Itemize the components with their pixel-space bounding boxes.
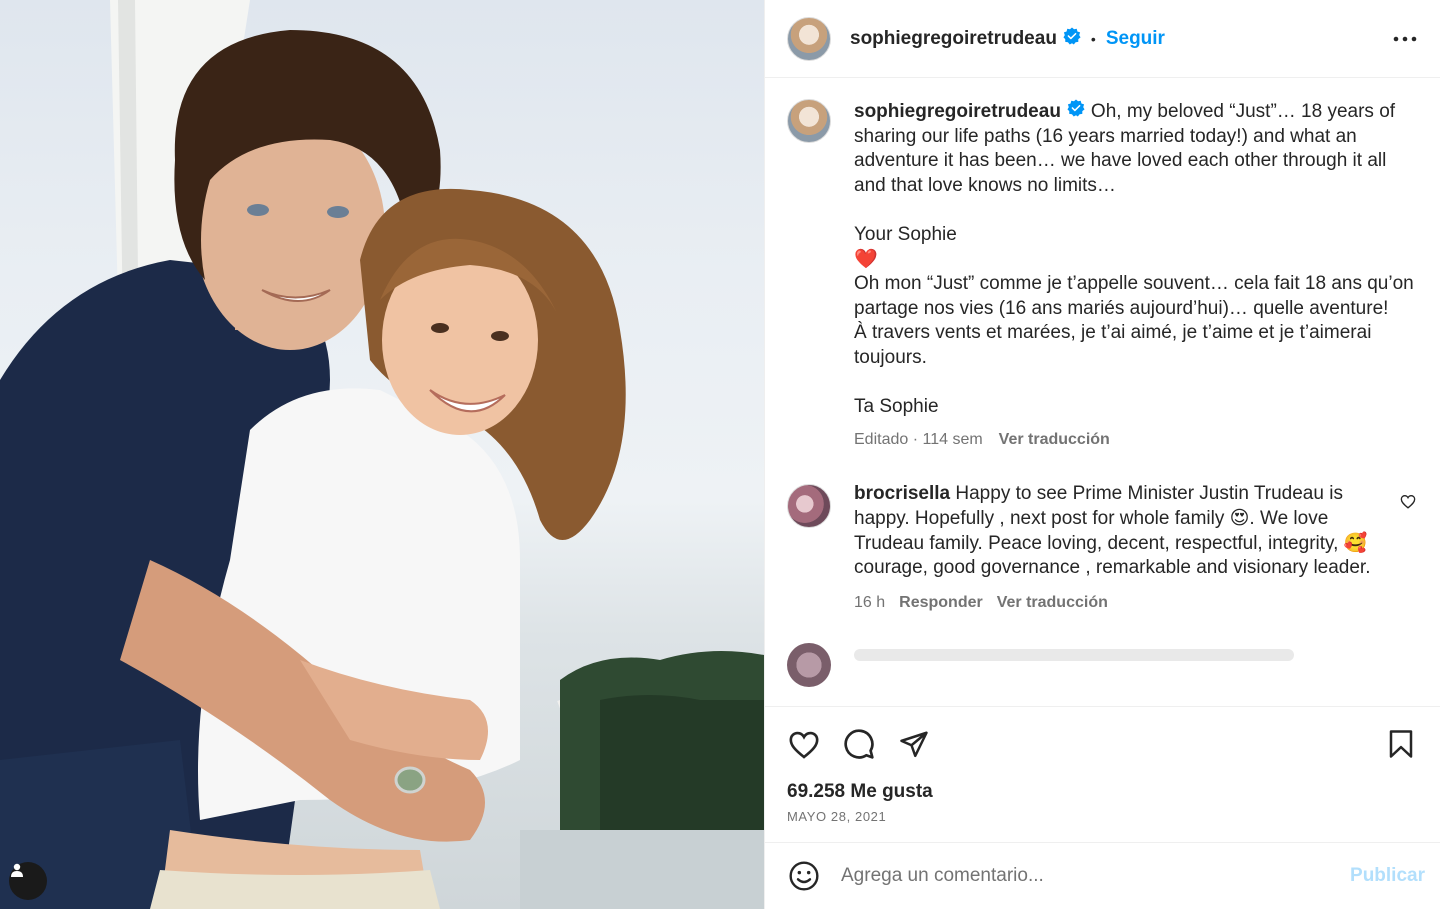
comment-bubble-icon[interactable] [842, 727, 876, 761]
publish-button[interactable]: Publicar [1350, 865, 1425, 887]
likes-count[interactable]: 69.258 Me gusta [787, 781, 1418, 803]
like-heart-icon[interactable] [787, 727, 821, 761]
follow-button[interactable]: Seguir [1106, 28, 1165, 50]
comment-like-heart-icon[interactable] [1400, 494, 1416, 514]
comment-username[interactable]: brocrisella [854, 483, 950, 504]
post-caption: sophiegregoiretrudeau Oh, my beloved “Jus… [787, 99, 1418, 452]
caption-username[interactable]: sophiegregoiretrudeau [854, 101, 1061, 122]
header-separator: • [1090, 30, 1096, 47]
post-header: sophiegregoiretrudeau • Seguir [765, 0, 1440, 78]
action-icons-row [787, 727, 1418, 761]
tagged-users-button[interactable] [9, 862, 47, 900]
post-actions: 69.258 Me gusta MAYO 28, 2021 [765, 706, 1440, 824]
verified-badge-icon [1063, 27, 1081, 50]
author-username[interactable]: sophiegregoiretrudeau [850, 28, 1057, 50]
couple-photo-illustration [0, 0, 764, 909]
caption-text: Oh, my beloved “Just”… 18 years of shari… [854, 100, 1414, 418]
caption-translate-link[interactable]: Ver traducción [999, 428, 1110, 453]
reply-link[interactable]: Responder [899, 591, 983, 616]
verified-badge-icon [1067, 99, 1085, 125]
comment-item-partial [787, 643, 1418, 688]
add-comment-bar: Publicar [765, 842, 1440, 909]
post-date: MAYO 28, 2021 [787, 809, 887, 824]
caption-author-avatar[interactable] [787, 99, 831, 143]
caption-edited-time: Editado · 114 sem [854, 430, 983, 448]
caption-text-block: sophiegregoiretrudeau Oh, my beloved “Jus… [854, 99, 1414, 420]
more-options-icon[interactable] [1392, 26, 1418, 52]
caption-meta: Editado · 114 sem Ver traducción [854, 428, 1414, 453]
post-photo[interactable] [0, 0, 764, 909]
caption-body: sophiegregoiretrudeau Oh, my beloved “Jus… [854, 99, 1414, 452]
comment-item: brocrisella Happy to see Prime Minister … [787, 482, 1418, 615]
author-avatar[interactable] [787, 16, 831, 61]
share-paper-plane-icon[interactable] [897, 727, 931, 761]
comment-translate-link[interactable]: Ver traducción [997, 591, 1108, 616]
comment-text-cutoff [854, 649, 1294, 662]
post-side-panel: sophiegregoiretrudeau • Seguir sophiegre… [764, 0, 1440, 909]
comment-input[interactable] [841, 865, 1351, 887]
comments-scroll-area[interactable]: sophiegregoiretrudeau Oh, my beloved “Jus… [765, 79, 1440, 706]
instagram-post-view: sophiegregoiretrudeau • Seguir sophiegre… [0, 0, 1440, 909]
comment-meta: 16 h Responder Ver traducción [854, 591, 1399, 616]
comment-body: brocrisella Happy to see Prime Minister … [854, 482, 1399, 615]
emoji-smiley-icon[interactable] [787, 859, 821, 893]
save-bookmark-icon[interactable] [1384, 727, 1418, 761]
commenter-avatar[interactable] [787, 643, 831, 688]
commenter-avatar[interactable] [787, 484, 831, 529]
comment-time: 16 h [854, 593, 886, 611]
